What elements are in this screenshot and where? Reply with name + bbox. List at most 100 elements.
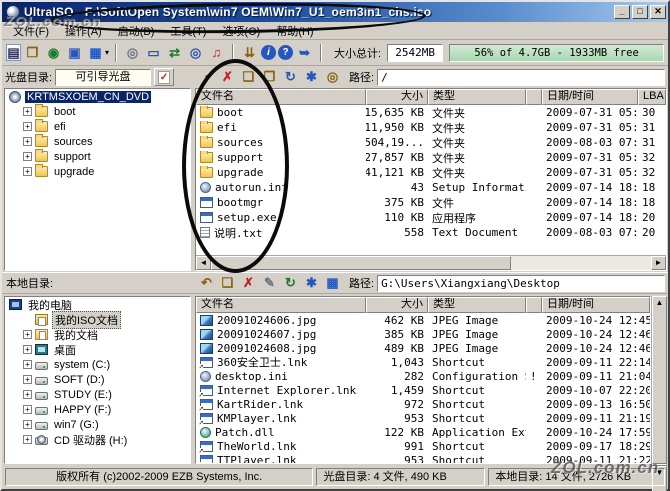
file-row[interactable]: 360安全卫士.lnk1,043Shortcut2009-09-11 22:14: [196, 355, 650, 369]
delete-icon[interactable]: ✗: [239, 274, 258, 292]
tree-expander[interactable]: +: [23, 420, 32, 429]
tree-item[interactable]: +upgrade: [5, 164, 190, 179]
file-row[interactable]: 20091024608.jpg489 KBJPEG Image2009-10-2…: [196, 341, 650, 355]
menu-actions[interactable]: 操作(A): [58, 22, 109, 40]
tree-item[interactable]: +我的文档: [5, 327, 190, 342]
new-document-icon[interactable]: ▤: [6, 44, 21, 61]
file-row[interactable]: autorun.inf43Setup Information2009-07-14…: [196, 180, 666, 195]
file-row[interactable]: 20091024607.jpg385 KBJPEG Image2009-10-2…: [196, 327, 650, 341]
close-button[interactable]: ✕: [650, 5, 666, 19]
tree-item[interactable]: +STUDY (E:): [5, 387, 190, 402]
scroll-thumb[interactable]: [211, 256, 511, 270]
tree-expander[interactable]: +: [23, 122, 32, 131]
column-header-type[interactable]: 类型: [428, 89, 526, 105]
open-image-icon[interactable]: ❒: [23, 44, 42, 62]
tree-item[interactable]: +efi: [5, 119, 190, 134]
file-row[interactable]: efi11,950 KB文件夹2009-07-31 05:3831: [196, 120, 666, 135]
scroll-right-button[interactable]: ►: [651, 256, 666, 270]
rename-icon[interactable]: ✎: [260, 274, 279, 292]
tree-item[interactable]: +HAPPY (F:): [5, 402, 190, 417]
open-dropdown-caret[interactable]: ▾: [105, 48, 109, 57]
new-folder-icon[interactable]: ❑: [239, 68, 258, 86]
tree-item[interactable]: 我的ISO文档: [5, 312, 190, 327]
file-row[interactable]: bootmgr375 KB文件2009-07-14 18:4118: [196, 195, 666, 210]
local-vertical-scrollbar[interactable]: ▲ ▼: [651, 296, 667, 464]
file-row[interactable]: boot15,635 KB文件夹2009-07-31 05:3830: [196, 105, 666, 120]
browse-icon[interactable]: ◎: [323, 68, 342, 86]
menu-options[interactable]: 选项(O): [215, 22, 267, 40]
file-row[interactable]: 20091024606.jpg462 KBJPEG Image2009-10-2…: [196, 313, 650, 327]
column-header-attr[interactable]: [526, 297, 542, 313]
file-row[interactable]: Internet Explorer.lnk1,459Shortcut2009-1…: [196, 383, 650, 397]
column-header-date[interactable]: 日期/时间: [542, 297, 650, 313]
file-row[interactable]: desktop.ini282Configuration S...!2009-09…: [196, 369, 650, 383]
file-row[interactable]: TTPlayer.lnk953Shortcut2009-09-11 21:22: [196, 453, 650, 463]
local-path-input[interactable]: G:\Users\Xiangxiang\Desktop: [377, 275, 665, 292]
view-icon[interactable]: ▦: [323, 274, 342, 292]
tree-item[interactable]: +sources: [5, 134, 190, 149]
tree-expander[interactable]: +: [23, 360, 32, 369]
make-image-icon[interactable]: ◎: [123, 44, 142, 62]
exit-icon[interactable]: ➥: [295, 44, 314, 62]
column-header-attr[interactable]: [526, 89, 542, 105]
rip-audio-icon[interactable]: ♫: [207, 44, 226, 62]
save-icon[interactable]: ▣: [65, 44, 84, 62]
column-header-size[interactable]: 大小: [366, 89, 428, 105]
tree-expander[interactable]: +: [23, 345, 32, 354]
help-icon[interactable]: ?: [278, 45, 293, 60]
column-header-lba[interactable]: LBA: [638, 89, 666, 105]
folder-properties-icon[interactable]: ❒: [260, 68, 279, 86]
column-header-name[interactable]: 文件名: [196, 89, 366, 105]
file-row[interactable]: Patch.dll122 KBApplication Ext...2009-10…: [196, 425, 650, 439]
tree-expander[interactable]: +: [23, 390, 32, 399]
disc-horizontal-scrollbar[interactable]: ◄ ►: [196, 255, 666, 270]
tree-expander[interactable]: +: [23, 330, 32, 339]
extract-icon[interactable]: ↑: [197, 68, 216, 86]
delete-icon[interactable]: ✗: [218, 68, 237, 86]
up-directory-icon[interactable]: ↶: [197, 274, 216, 292]
tree-item[interactable]: KRTMSXOEM_CN_DVD: [5, 89, 190, 104]
refresh-icon[interactable]: ↻: [281, 68, 300, 86]
column-header-name[interactable]: 文件名: [196, 297, 366, 313]
tree-expander[interactable]: +: [23, 137, 32, 146]
menu-help[interactable]: 帮助(H): [269, 22, 320, 40]
settings-icon[interactable]: ✱: [302, 274, 321, 292]
tree-expander[interactable]: +: [23, 152, 32, 161]
settings-icon[interactable]: ✱: [302, 68, 321, 86]
file-row[interactable]: sources2,504,19...文件夹2009-08-03 07:3031: [196, 135, 666, 150]
new-folder-icon[interactable]: ❑: [218, 274, 237, 292]
verify-icon[interactable]: i: [261, 45, 276, 60]
convert-icon[interactable]: ⇄: [165, 44, 184, 62]
tree-item[interactable]: +support: [5, 149, 190, 164]
scroll-left-button[interactable]: ◄: [196, 256, 211, 270]
tree-expander[interactable]: +: [23, 435, 32, 444]
menu-bootable[interactable]: 启动(B): [111, 22, 162, 40]
maximize-button[interactable]: □: [632, 5, 648, 19]
burn-cd-icon[interactable]: ◎: [186, 44, 205, 62]
tree-expander[interactable]: +: [23, 107, 32, 116]
file-row[interactable]: setup.exe110 KB应用程序2009-07-14 18:4120: [196, 210, 666, 225]
file-row[interactable]: KMPlayer.lnk953Shortcut2009-09-11 21:19: [196, 411, 650, 425]
tree-item[interactable]: +CD 驱动器 (H:): [5, 432, 190, 447]
save-as-icon[interactable]: ▦: [86, 44, 105, 62]
minimize-button[interactable]: _: [614, 5, 630, 19]
bootable-check-button[interactable]: ✓: [154, 68, 174, 86]
menu-tools[interactable]: 工具(T): [163, 22, 213, 40]
column-header-size[interactable]: 大小: [366, 297, 428, 313]
tree-item[interactable]: +system (C:): [5, 357, 190, 372]
tree-item[interactable]: +win7 (G:): [5, 417, 190, 432]
file-row[interactable]: support27,857 KB文件夹2009-07-31 05:3932: [196, 150, 666, 165]
tree-expander[interactable]: +: [23, 375, 32, 384]
disc-path-input[interactable]: /: [377, 69, 665, 86]
column-header-date[interactable]: 日期/时间: [542, 89, 638, 105]
file-row[interactable]: 说明.txt558Text Document2009-08-03 07:4020: [196, 225, 666, 240]
file-row[interactable]: upgrade41,121 KB文件夹2009-07-31 05:3932: [196, 165, 666, 180]
tree-item[interactable]: +SOFT (D:): [5, 372, 190, 387]
scroll-up-button[interactable]: ▲: [652, 296, 667, 464]
file-row[interactable]: KartRider.lnk972Shortcut2009-09-13 16:50: [196, 397, 650, 411]
extract-boot-icon[interactable]: ◉: [44, 44, 63, 62]
tree-item[interactable]: +桌面: [5, 342, 190, 357]
tree-expander[interactable]: +: [23, 405, 32, 414]
tree-item[interactable]: +boot: [5, 104, 190, 119]
capture-screen-icon[interactable]: ▭: [144, 44, 163, 62]
